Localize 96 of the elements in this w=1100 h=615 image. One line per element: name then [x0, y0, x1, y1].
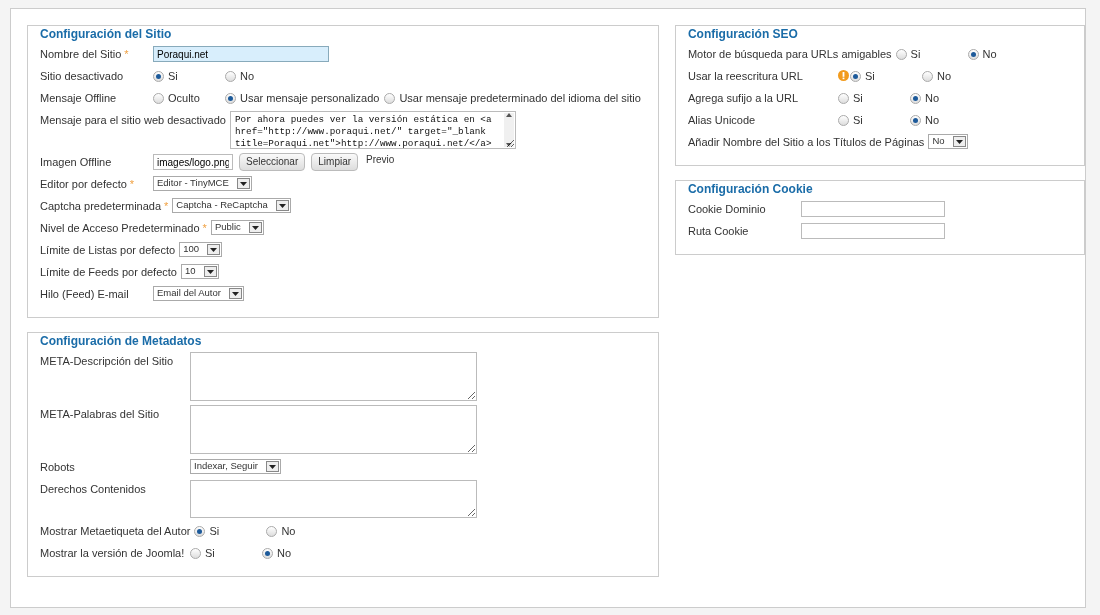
- dropdown-arrow-icon: [236, 178, 250, 189]
- field-label: META-Palabras del Sitio: [40, 408, 159, 420]
- section-title: Configuración del Sitio: [38, 27, 174, 41]
- option-label: No: [982, 47, 997, 62]
- field-label: Nombre del Sitio: [40, 48, 122, 60]
- section-title: Configuración Cookie: [685, 182, 815, 196]
- dropdown[interactable]: No: [928, 134, 968, 149]
- radio-button[interactable]: [967, 48, 979, 60]
- required-mark: *: [202, 222, 207, 234]
- field-label: Usar la reescritura URL: [687, 70, 803, 82]
- option-label: Usar mensaje personalizado: [240, 91, 380, 106]
- radio-button[interactable]: [190, 547, 201, 559]
- field-label: Nivel de Acceso Predeterminado: [40, 222, 200, 234]
- field-label: Imagen Offline: [40, 156, 112, 168]
- section-title: Configuración SEO: [685, 27, 800, 41]
- field-label: Alias Unicode: [687, 114, 756, 126]
- radio-button[interactable]: [384, 92, 396, 104]
- preview-label: Previo: [366, 153, 395, 167]
- text-area[interactable]: [190, 480, 477, 518]
- field-label: Cookie Dominio: [687, 203, 766, 215]
- radio-button[interactable]: [266, 525, 278, 537]
- radio-button[interactable]: [837, 92, 849, 104]
- dropdown-arrow-icon: [203, 266, 217, 277]
- field-label: Mostrar Metaetiqueta del Autor: [40, 525, 191, 537]
- required-mark: *: [164, 200, 169, 212]
- option-label: No: [924, 113, 939, 128]
- field-label: Derechos Contenidos: [40, 483, 146, 495]
- dropdown[interactable]: Captcha - ReCaptcha: [172, 198, 291, 213]
- radio-button[interactable]: [262, 547, 273, 559]
- scroll-down-arrow-icon[interactable]: [505, 143, 512, 147]
- dropdown-arrow-icon: [228, 288, 242, 299]
- image-path-field[interactable]: images/logo.png: [153, 154, 233, 170]
- option-label: Si: [209, 524, 220, 539]
- field-label: Límite de Listas por defecto: [40, 244, 176, 256]
- field-label: Ruta Cookie: [687, 225, 749, 237]
- text-field[interactable]: [800, 201, 945, 217]
- option-label: No: [277, 546, 292, 561]
- text-area[interactable]: [190, 405, 477, 454]
- field-label: Mensaje Offline: [40, 92, 117, 104]
- dropdown[interactable]: 10: [180, 264, 219, 279]
- field-label: Mostrar la versión de Joomla!: [40, 547, 185, 559]
- field-label: Sitio desactivado: [40, 70, 124, 82]
- dropdown-arrow-icon: [275, 200, 289, 211]
- section-title: Configuración de Metadatos: [38, 334, 204, 348]
- option-label: Si: [168, 69, 178, 84]
- scrollbar[interactable]: [503, 113, 514, 147]
- radio-button[interactable]: [909, 92, 921, 104]
- option-label: Usar mensaje predeterminado del idioma del sitio: [399, 91, 641, 106]
- option-label: Si: [205, 546, 215, 561]
- dropdown-arrow-icon: [207, 244, 220, 255]
- option-label: No: [240, 69, 255, 84]
- field-label: Mensaje para el sitio web desactivado: [40, 114, 226, 126]
- radio-button[interactable]: [909, 114, 921, 126]
- form-button[interactable]: Seleccionar: [239, 153, 306, 171]
- radio-button[interactable]: [837, 114, 849, 126]
- text-field[interactable]: [800, 223, 945, 239]
- field-label: Editor por defecto: [40, 178, 127, 190]
- radio-button[interactable]: [895, 48, 907, 60]
- scroll-up-arrow-icon[interactable]: [505, 113, 512, 117]
- text-field[interactable]: Poraqui.net: [153, 46, 329, 62]
- dropdown-arrow-icon: [248, 222, 262, 233]
- dropdown[interactable]: Email del Autor: [153, 286, 244, 301]
- field-label: Hilo (Feed) E-mail: [40, 288, 129, 300]
- option-label: No: [936, 69, 951, 84]
- radio-button[interactable]: [225, 70, 236, 82]
- option-label: Si: [852, 91, 863, 106]
- field-label: Motor de búsqueda para URLs amigables: [687, 48, 892, 60]
- field-label: Captcha predeterminada: [40, 200, 162, 212]
- field-label: Agrega sufijo a la URL: [687, 92, 798, 104]
- option-label: Oculto: [168, 91, 200, 106]
- text-area[interactable]: [190, 352, 477, 401]
- field-label: META-Descripción del Sitio: [40, 355, 174, 367]
- radio-button[interactable]: [194, 525, 206, 537]
- dropdown[interactable]: Public: [210, 220, 264, 235]
- dropdown[interactable]: Editor - TinyMCE: [153, 176, 252, 191]
- required-mark: *: [129, 178, 135, 190]
- required-mark: *: [124, 48, 129, 60]
- option-label: No: [281, 524, 296, 539]
- option-label: No: [924, 91, 939, 106]
- option-label: Si: [864, 69, 875, 84]
- dropdown-arrow-icon: [952, 136, 966, 147]
- radio-button[interactable]: [153, 70, 164, 82]
- message-textarea[interactable]: Por ahora puedes ver la versión estática en <a href="http://www.poraqui.net/" target="_blank title=Poraqui.net">http://www.poraqui.net/</a>: [229, 111, 516, 149]
- field-label: Robots: [40, 461, 75, 473]
- option-label: Si: [852, 113, 863, 128]
- dropdown[interactable]: Indexar, Seguir: [190, 459, 281, 474]
- dropdown[interactable]: 100: [179, 242, 222, 257]
- radio-button[interactable]: [849, 70, 861, 82]
- form-button[interactable]: Limpiar: [311, 153, 359, 171]
- field-label: Añadir Nombre del Sitio a los Títulos de Páginas: [687, 136, 925, 148]
- radio-button[interactable]: [153, 92, 164, 104]
- dropdown-arrow-icon: [265, 461, 279, 472]
- radio-button[interactable]: [225, 92, 236, 104]
- field-label: Límite de Feeds por defecto: [40, 266, 177, 278]
- option-label: Si: [910, 47, 921, 62]
- radio-button[interactable]: [921, 70, 933, 82]
